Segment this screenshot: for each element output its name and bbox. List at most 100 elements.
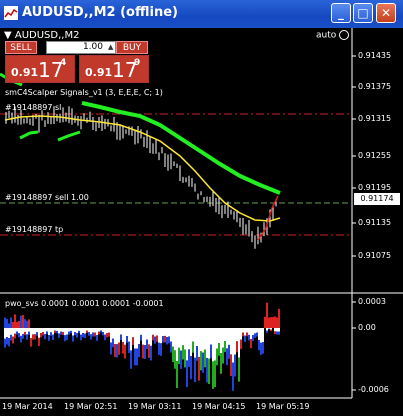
indicator-label: smC4Scalper Signals_v1 (3, E,E,E, C; 1) (5, 88, 163, 97)
hist-bar-signal (144, 345, 146, 359)
buy-button[interactable]: BUY (116, 41, 148, 54)
hist-bar-signal (14, 333, 16, 339)
hist-bar-signal (88, 332, 90, 336)
hist-bar-signal (78, 330, 80, 334)
hist-bar-signal (236, 341, 238, 353)
hist-bar-signal (212, 361, 214, 389)
hist-bar (268, 328, 270, 329)
hist-bar (82, 328, 84, 334)
hist-bar-signal (234, 354, 236, 377)
smiley-icon (339, 30, 350, 40)
hist-bar-signal (260, 342, 262, 355)
hist-bar-signal (240, 339, 242, 350)
hist-bar-signal (50, 332, 52, 336)
hist-bar-signal (172, 346, 174, 363)
hist-bar (124, 328, 126, 345)
hist-bar-signal (190, 356, 192, 380)
window-title: AUDUSD,,M2 (offline) (22, 5, 178, 20)
sell-price-box[interactable]: 0.91 17 4 (5, 55, 75, 83)
hist-bar-signal (120, 334, 122, 341)
hist-bar-signal (256, 332, 258, 337)
hist-bar (28, 328, 30, 332)
hist-bar (100, 328, 102, 331)
symbol-tab[interactable]: ▼ AUDUSD,,M2 (4, 30, 79, 41)
hist-bar (52, 328, 54, 335)
hist-bar (68, 328, 70, 332)
hist-bar-signal (84, 333, 86, 339)
buy-price-box[interactable]: 0.91 17 9 (79, 55, 149, 83)
hist-bar (86, 328, 88, 331)
hist-bar (154, 328, 156, 337)
hist-bar (142, 328, 144, 345)
hist-bar-signal (106, 333, 108, 338)
title-bar[interactable]: AUDUSD,,M2 (offline) _ □ ✕ (0, 0, 403, 28)
hist-bar-signal (62, 331, 64, 336)
hist-bar-signal (218, 343, 220, 356)
hist-bar (248, 328, 250, 335)
hist-bar (8, 328, 10, 339)
order-sell-label: #19148897 sell 1.00 (5, 193, 89, 202)
auto-text: auto (316, 30, 337, 41)
hist-bar (106, 328, 108, 334)
hist-bar (92, 328, 94, 333)
hist-bar (160, 328, 162, 344)
hist-bar (118, 328, 120, 343)
hist-bar (104, 328, 106, 335)
close-button[interactable]: ✕ (376, 3, 396, 23)
hist-bar-signal (94, 332, 96, 337)
hist-bar-signal (194, 357, 196, 383)
sell-button[interactable]: SELL (5, 41, 37, 54)
hist-bar (174, 328, 176, 351)
hist-bar (188, 328, 190, 350)
hist-bar-signal (42, 332, 44, 336)
hist-bar-signal (16, 331, 18, 335)
symbol-label: AUDUSD,,M2 (14, 30, 80, 41)
hist-bar (146, 328, 148, 340)
hist-bar (60, 328, 62, 332)
hist-bar (112, 328, 114, 339)
hist-bar-signal (142, 344, 144, 359)
lot-size-input[interactable]: 1.00 (46, 41, 116, 54)
hist-bar (170, 328, 172, 342)
sub-tick-1: 0.00 (358, 323, 376, 332)
hist-bar (148, 328, 150, 345)
hist-bar-positive (16, 322, 18, 328)
price-tick-3: 0.91255 (358, 151, 392, 160)
hist-bar (218, 328, 220, 344)
hist-bar-signal (222, 347, 224, 364)
hist-bar-signal (266, 330, 268, 333)
hist-bar (242, 328, 244, 333)
hist-bar-positive (268, 317, 270, 328)
minimize-button[interactable]: _ (331, 3, 351, 23)
hist-bar-signal (124, 344, 126, 359)
hist-bar (212, 328, 214, 362)
hist-bar (216, 328, 218, 349)
price-chart[interactable] (0, 28, 403, 416)
hist-bar (220, 328, 222, 354)
sell-price-prefix: 0.91 (11, 66, 39, 79)
hist-bar (254, 328, 256, 334)
hist-bar (150, 328, 152, 346)
hist-bar-signal (98, 331, 100, 335)
hist-bar-signal (34, 334, 36, 340)
auto-label: auto (316, 30, 350, 41)
hist-bar-signal (134, 348, 136, 366)
maximize-button[interactable]: □ (353, 3, 373, 23)
hist-bar-signal (18, 333, 20, 338)
hist-bar-signal (244, 335, 246, 342)
hist-bar (36, 328, 38, 333)
hist-bar-signal (278, 331, 280, 335)
hist-bar (74, 328, 76, 333)
hist-bar (72, 328, 74, 336)
hist-bar (58, 328, 60, 334)
hist-bar (26, 328, 28, 335)
hist-bar-signal (82, 333, 84, 338)
hist-bar-signal (136, 348, 138, 366)
lot-up-icon[interactable]: ▲ (108, 43, 113, 51)
hist-bar-signal (188, 349, 190, 367)
hist-bar (168, 328, 170, 337)
hist-bar-signal (36, 332, 38, 336)
order-tp-label: #19148897 tp (5, 225, 64, 234)
chart-window[interactable]: ▼ AUDUSD,,M2 auto SELL ▼ 1.00 ▲ BUY 0.91… (0, 28, 403, 416)
hist-bar-signal (160, 343, 162, 356)
